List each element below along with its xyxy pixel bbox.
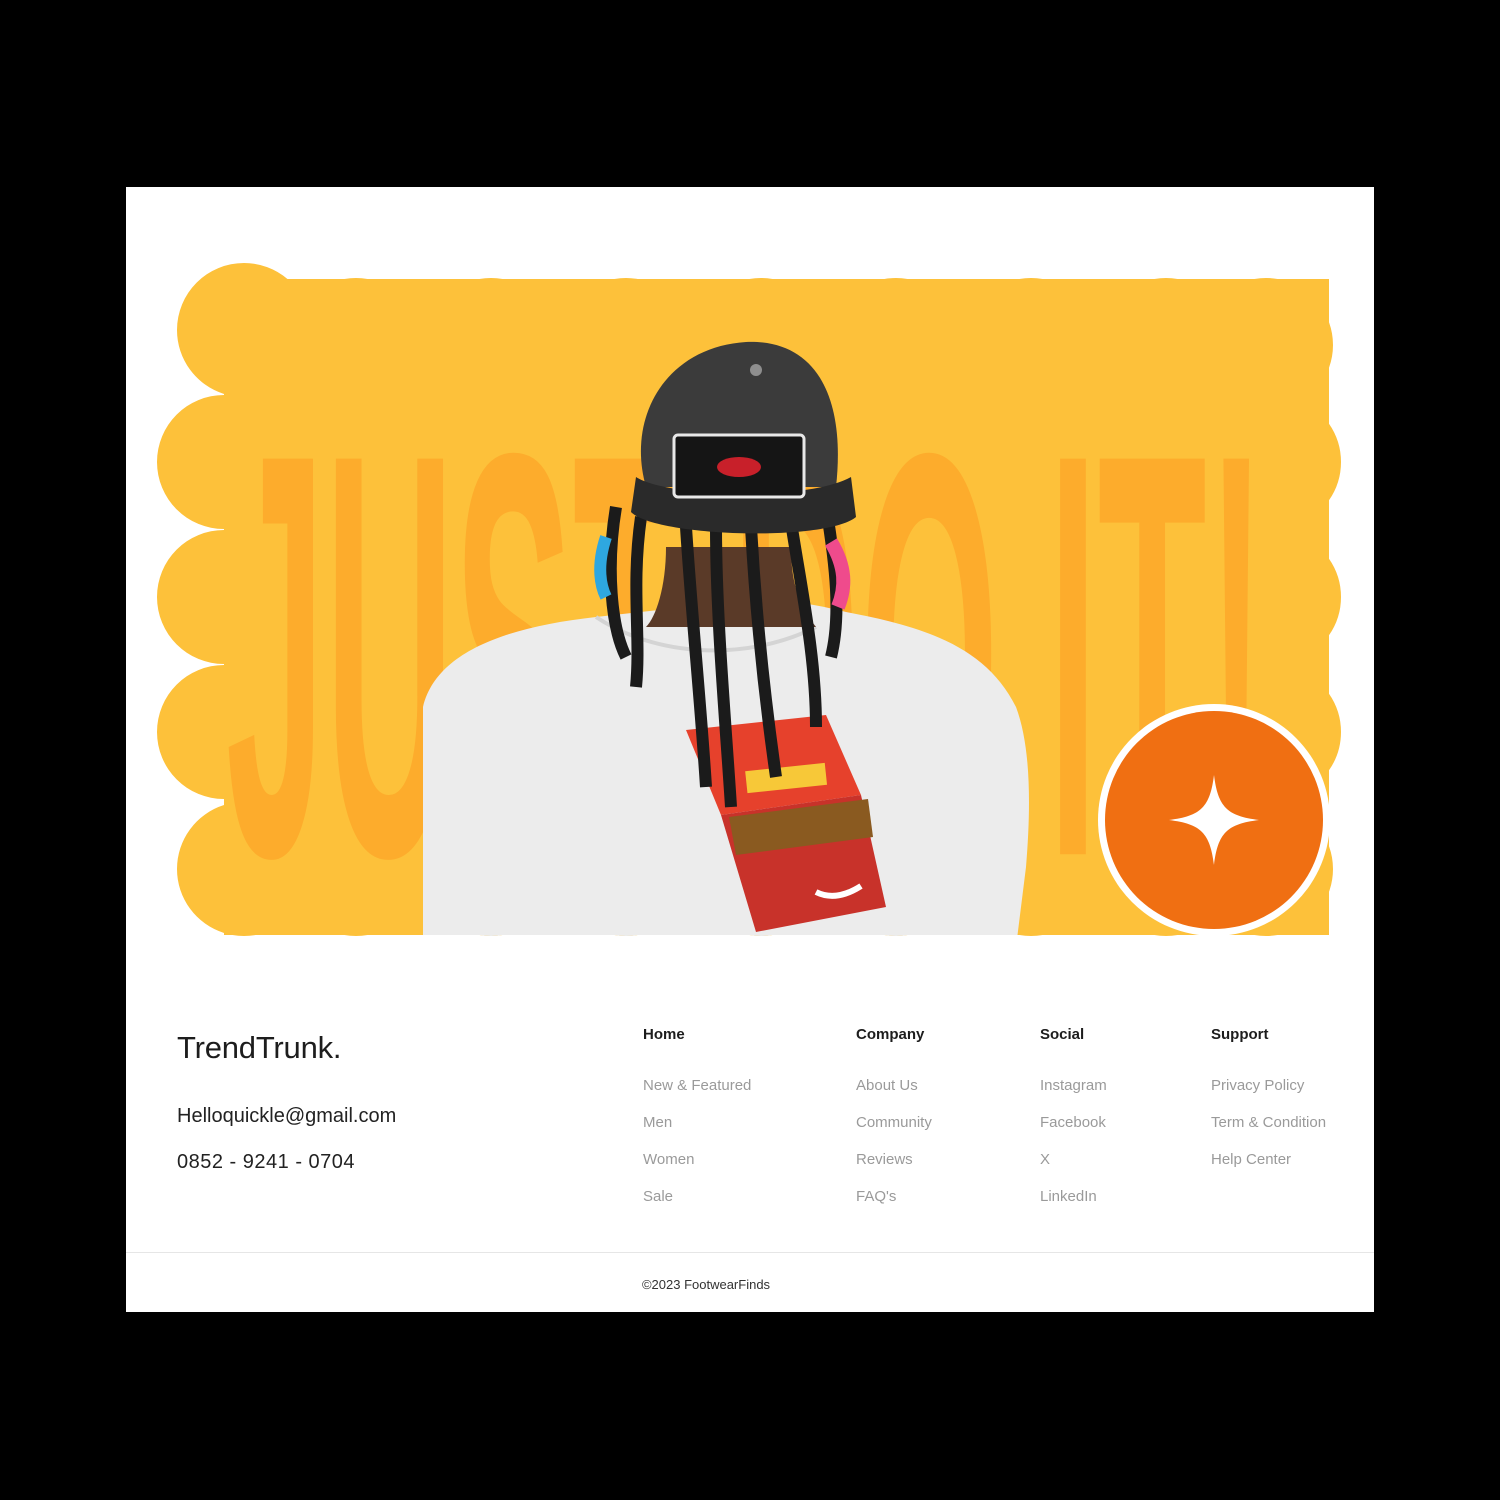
footer-link-men[interactable]: Men bbox=[643, 1104, 751, 1141]
footer-column-title: Home bbox=[643, 1026, 685, 1043]
footer-link-terms[interactable]: Term & Condition bbox=[1211, 1104, 1326, 1141]
sparkle-badge-fill bbox=[1105, 711, 1323, 929]
sparkle-star-icon bbox=[1169, 775, 1259, 865]
hero-banner: JUST DO IT! bbox=[126, 187, 1374, 947]
brand-logo[interactable]: TrendTrunk. bbox=[177, 1030, 342, 1066]
footer-link-x[interactable]: X bbox=[1040, 1141, 1107, 1178]
footer-link-faqs[interactable]: FAQ's bbox=[856, 1178, 932, 1215]
contact-email[interactable]: Helloquickle@gmail.com bbox=[177, 1105, 396, 1128]
footer-column-title: Social bbox=[1040, 1026, 1085, 1043]
footer-link-sale[interactable]: Sale bbox=[643, 1178, 751, 1215]
footer-divider bbox=[126, 1252, 1374, 1253]
footer-column-title: Company bbox=[856, 1026, 925, 1043]
footer-column-company: Company About Us Community Reviews FAQ's bbox=[856, 1025, 932, 1215]
sparkle-badge[interactable] bbox=[1098, 704, 1330, 936]
footer-link-community[interactable]: Community bbox=[856, 1104, 932, 1141]
footer-column-home: Home New & Featured Men Women Sale bbox=[643, 1025, 751, 1215]
footer-link-about-us[interactable]: About Us bbox=[856, 1067, 932, 1104]
copyright-text: ©2023 FootwearFinds bbox=[641, 1277, 771, 1292]
contact-phone[interactable]: 0852 - 9241 - 0704 bbox=[177, 1151, 355, 1174]
page: JUST DO IT! bbox=[126, 187, 1374, 1312]
footer-link-help-center[interactable]: Help Center bbox=[1211, 1141, 1326, 1178]
footer-link-instagram[interactable]: Instagram bbox=[1040, 1067, 1107, 1104]
footer-column-title: Support bbox=[1211, 1026, 1269, 1043]
footer-link-new-featured[interactable]: New & Featured bbox=[643, 1067, 751, 1104]
footer-link-linkedin[interactable]: LinkedIn bbox=[1040, 1178, 1107, 1215]
footer-column-social: Social Instagram Facebook X LinkedIn bbox=[1040, 1025, 1107, 1215]
footer-link-privacy-policy[interactable]: Privacy Policy bbox=[1211, 1067, 1326, 1104]
footer-link-women[interactable]: Women bbox=[643, 1141, 751, 1178]
footer-link-reviews[interactable]: Reviews bbox=[856, 1141, 932, 1178]
footer-column-support: Support Privacy Policy Term & Condition … bbox=[1211, 1025, 1326, 1178]
footer-link-facebook[interactable]: Facebook bbox=[1040, 1104, 1107, 1141]
